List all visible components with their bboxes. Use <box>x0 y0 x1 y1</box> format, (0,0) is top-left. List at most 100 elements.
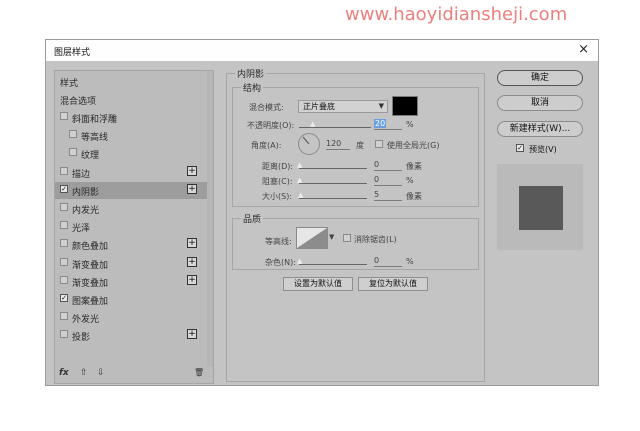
reset-default-button[interactable]: 复位为默认值 <box>358 277 428 291</box>
style-item-checkbox[interactable]: ✓ <box>60 184 68 193</box>
cancel-button[interactable]: 取消 <box>497 95 583 111</box>
preview-thumbnail <box>519 186 563 230</box>
style-item-label: 投影 <box>72 333 91 344</box>
opacity-unit: % <box>406 120 414 129</box>
add-effect-icon[interactable]: + <box>187 238 197 249</box>
blend-mode-select[interactable]: 正片叠底 ▼ <box>298 100 388 113</box>
style-preview <box>497 164 583 250</box>
antialias-checkbox[interactable] <box>343 234 351 242</box>
style-item-label: 内发光 <box>72 206 100 216</box>
style-item-checkbox[interactable] <box>60 166 68 175</box>
style-item-checkbox[interactable] <box>60 312 68 321</box>
style-item-checkbox[interactable] <box>60 203 68 211</box>
noise-label: 杂色(N): <box>265 258 296 267</box>
style-item[interactable]: ✓ 图案叠加 <box>55 291 207 308</box>
style-item-checkbox[interactable] <box>60 275 68 284</box>
style-item-label: 光泽 <box>72 224 91 235</box>
style-item-checkbox[interactable]: ✓ <box>60 294 68 302</box>
style-item-label: 等高线 <box>81 133 109 144</box>
style-item-checkbox[interactable] <box>60 112 68 120</box>
style-item-checkbox[interactable] <box>60 239 68 248</box>
add-effect-icon[interactable]: + <box>187 165 197 176</box>
style-item[interactable]: 纹理 <box>55 145 207 162</box>
move-up-icon[interactable]: ⇧ <box>80 368 88 378</box>
opacity-label: 不透明度(O): <box>247 121 295 130</box>
style-item[interactable]: 内发光 <box>55 200 207 217</box>
add-effect-icon[interactable]: + <box>187 256 197 267</box>
style-item-label: 描边 <box>72 169 91 180</box>
size-slider[interactable] <box>299 198 367 199</box>
choke-unit: % <box>406 176 414 185</box>
style-item[interactable]: 等高线 <box>55 127 207 144</box>
opacity-slider-handle[interactable]: ▲ <box>310 121 315 128</box>
fx-icon[interactable]: fx <box>59 368 69 378</box>
size-input[interactable]: 5 <box>374 189 402 201</box>
watermark: www.haoyidiansheji.com <box>345 4 568 25</box>
style-list-footer: fx ⇧ ⇩ 🗑 <box>55 367 213 383</box>
distance-input[interactable]: 0 <box>374 159 402 171</box>
dialog-titlebar: 图层样式 × <box>46 40 598 61</box>
preview-label: 预览(V) <box>529 145 557 154</box>
style-item-checkbox[interactable] <box>60 330 68 339</box>
blend-mode-value: 正片叠底 <box>303 102 335 111</box>
blend-options-label: 混合选项 <box>60 97 97 107</box>
style-list-header[interactable]: 样式 <box>55 73 207 90</box>
style-item[interactable]: 斜面和浮雕 <box>55 109 207 126</box>
style-item-label: 图案叠加 <box>72 297 109 307</box>
opacity-input[interactable]: 20 <box>374 118 402 130</box>
contour-picker[interactable] <box>296 227 328 249</box>
choke-slider[interactable] <box>299 183 367 184</box>
style-item[interactable]: 描边 + <box>55 164 207 181</box>
distance-slider-handle[interactable]: ▲ <box>297 162 302 169</box>
style-list-header-label: 样式 <box>60 79 79 89</box>
opacity-value: 20 <box>374 119 387 128</box>
add-effect-icon[interactable]: + <box>187 274 197 285</box>
style-item-checkbox[interactable] <box>60 257 68 266</box>
style-item[interactable]: 光泽 <box>55 218 207 235</box>
trash-icon[interactable]: 🗑 <box>194 368 204 377</box>
set-default-button[interactable]: 设置为默认值 <box>283 277 353 291</box>
contour-dropdown-icon[interactable]: ▼ <box>329 233 334 241</box>
style-item[interactable]: 渐变叠加 + <box>55 273 207 290</box>
angle-dial[interactable] <box>298 133 320 155</box>
style-item-label: 渐变叠加 <box>72 278 109 289</box>
noise-unit: % <box>406 257 414 266</box>
size-slider-handle[interactable]: ▲ <box>298 192 303 199</box>
add-effect-icon[interactable]: + <box>187 329 197 340</box>
style-item[interactable]: 渐变叠加 + <box>55 255 207 272</box>
noise-input[interactable]: 0 <box>374 255 402 267</box>
style-item[interactable]: 投影 + <box>55 327 207 344</box>
style-item[interactable]: 颜色叠加 + <box>55 236 207 253</box>
style-item[interactable]: ✓ 内阴影 + <box>55 181 207 199</box>
distance-slider[interactable] <box>299 168 367 169</box>
style-item-label: 外发光 <box>72 315 100 326</box>
angle-unit: 度 <box>356 141 364 150</box>
new-style-button[interactable]: 新建样式(W)... <box>497 121 583 137</box>
choke-input[interactable]: 0 <box>374 174 402 186</box>
style-item-label: 纹理 <box>81 151 100 162</box>
preview-checkbox[interactable]: ✓ <box>516 144 524 152</box>
global-light-checkbox[interactable] <box>375 140 383 148</box>
add-effect-icon[interactable]: + <box>187 183 197 194</box>
style-item-label: 内阴影 <box>72 187 100 198</box>
style-item-checkbox[interactable] <box>60 221 68 230</box>
style-item-label: 渐变叠加 <box>72 260 109 271</box>
choke-slider-handle[interactable]: ▲ <box>297 177 302 184</box>
style-list-scrollbar[interactable] <box>207 71 213 367</box>
noise-slider-handle[interactable]: ▲ <box>297 258 302 265</box>
angle-input[interactable]: 120 <box>326 138 350 150</box>
shadow-color-swatch[interactable] <box>392 96 418 116</box>
style-item-checkbox[interactable] <box>69 130 77 139</box>
blend-mode-label: 混合模式: <box>249 103 284 112</box>
blend-options-item[interactable]: 混合选项 <box>55 91 207 108</box>
move-down-icon[interactable]: ⇩ <box>97 368 105 378</box>
noise-slider[interactable] <box>299 264 367 265</box>
contour-label: 等高线: <box>265 237 292 246</box>
style-item-checkbox[interactable] <box>69 148 77 157</box>
ok-button[interactable]: 确定 <box>497 70 583 86</box>
style-item[interactable]: 外发光 <box>55 309 207 326</box>
size-unit: 像素 <box>406 192 422 201</box>
close-icon[interactable]: × <box>578 42 589 57</box>
distance-unit: 像素 <box>406 162 422 171</box>
global-light-label: 使用全局光(G) <box>387 141 440 150</box>
